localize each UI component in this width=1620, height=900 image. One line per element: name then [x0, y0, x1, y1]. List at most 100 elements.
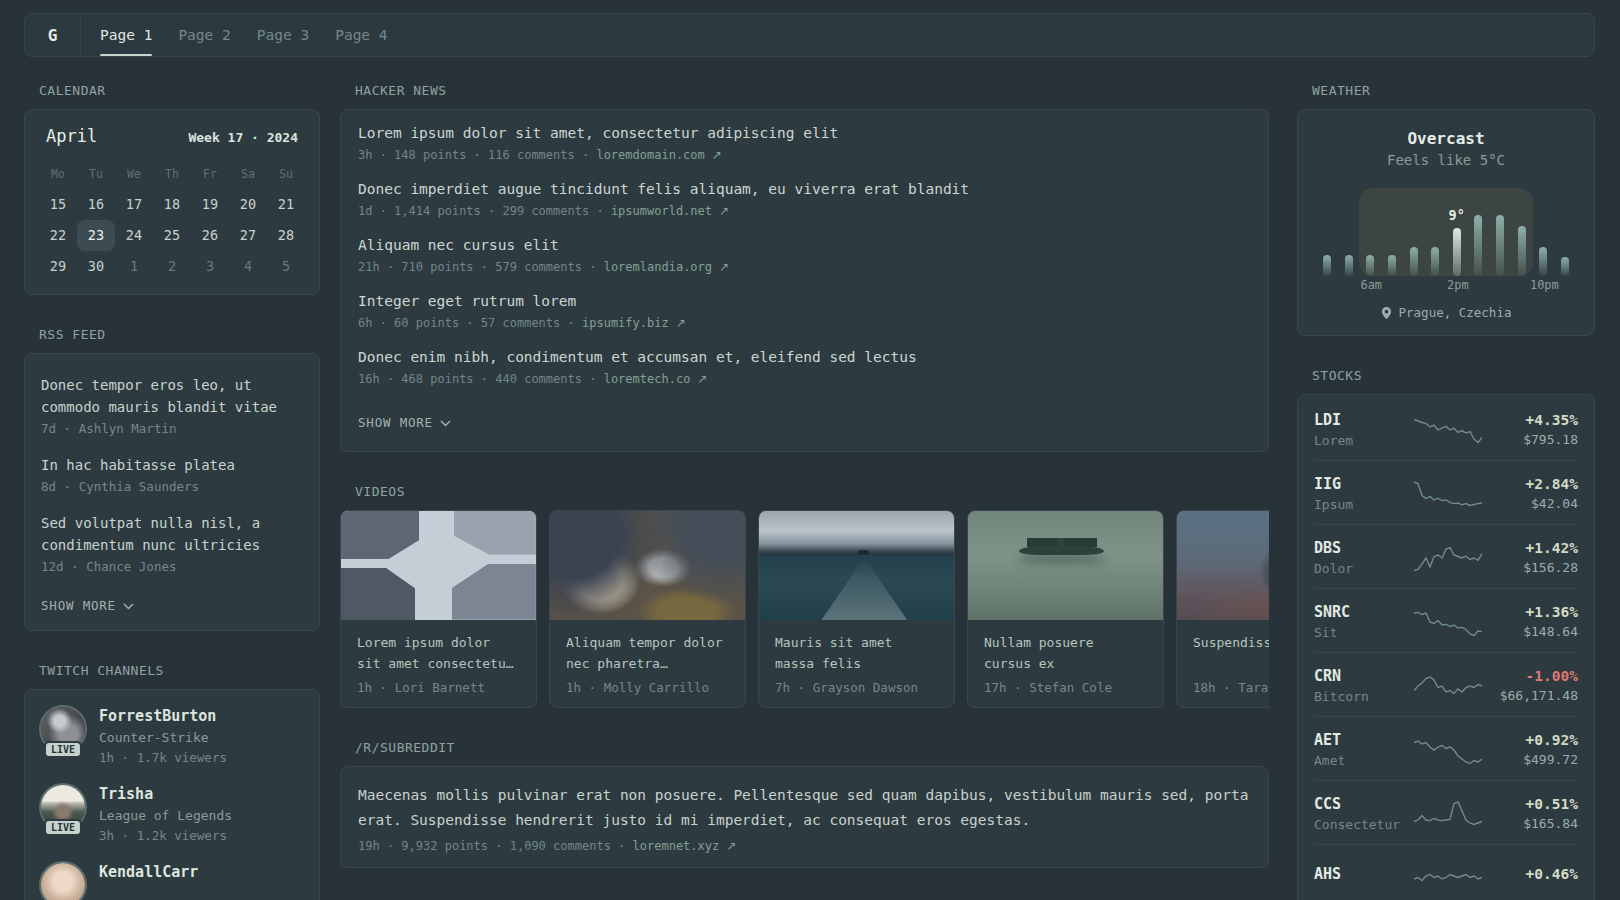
calendar-day[interactable]: 22 [39, 220, 77, 251]
hn-story-stats: 16h · 468 points · 440 comments · [358, 372, 596, 386]
stock-row[interactable]: IIGIpsum +2.84%$42.04 [1314, 461, 1578, 525]
video-card[interactable]: Nullam posuere cursus ex 17h · Stefan Co… [967, 510, 1164, 708]
calendar-day[interactable]: 18 [153, 189, 191, 220]
calendar-day[interactable]: 28 [267, 220, 305, 251]
calendar-day[interactable]: 20 [229, 189, 267, 220]
twitch-channel-game[interactable]: League of Legends [99, 808, 232, 823]
stock-symbol[interactable]: DBS [1314, 539, 1410, 557]
video-card[interactable]: Lorem ipsum dolor sit amet consectetu… 1… [340, 510, 537, 708]
calendar-day[interactable]: 16 [77, 189, 115, 220]
calendar-day[interactable]: 27 [229, 220, 267, 251]
chevron-down-icon [440, 420, 451, 427]
stock-symbol[interactable]: AHS [1314, 865, 1410, 883]
video-card[interactable]: Aliquam tempor dolor nec pharetra… 1h · … [549, 510, 746, 708]
twitch-channel-name[interactable]: Trisha [99, 785, 232, 803]
calendar-day[interactable]: 25 [153, 220, 191, 251]
stock-row[interactable]: LDILorem +4.35%$795.18 [1314, 397, 1578, 461]
hn-story-title[interactable]: Donec enim nibh, condimentum et accumsan… [358, 347, 1251, 368]
calendar-day[interactable]: 3 [191, 251, 229, 282]
videos-widget: VIDEOS Lorem ipsum dolor sit amet consec… [340, 484, 1269, 708]
video-title[interactable]: Nullam posuere cursus ex [984, 632, 1147, 674]
video-title[interactable]: Lorem ipsum dolor sit amet consectetu… [357, 632, 520, 674]
calendar-day[interactable]: 30 [77, 251, 115, 282]
tab-page-3[interactable]: Page 3 [244, 14, 322, 56]
stock-row[interactable]: AHS +0.46% [1314, 845, 1578, 900]
tab-page-4[interactable]: Page 4 [322, 14, 400, 56]
stock-symbol[interactable]: LDI [1314, 411, 1410, 429]
stock-row[interactable]: CRNBitcorn -1.00%$66,171.48 [1314, 653, 1578, 717]
stock-row[interactable]: CCSConsectetur +0.51%$165.84 [1314, 781, 1578, 845]
stock-sparkline [1410, 605, 1486, 639]
weather-bar [1366, 255, 1374, 276]
hn-story-title[interactable]: Lorem ipsum dolor sit amet, consectetur … [358, 123, 1251, 144]
video-card[interactable]: Mauris sit amet massa felis 7h · Grayson… [758, 510, 955, 708]
rss-item-title[interactable]: Donec tempor eros leo, ut commodo mauris… [41, 374, 303, 418]
calendar-day[interactable]: 24 [115, 220, 153, 251]
avatar[interactable]: LIVE [41, 785, 85, 829]
twitch-channel-meta: 3h · 1.2k viewers [99, 828, 232, 843]
external-link-icon: ↗ [726, 839, 736, 853]
twitch-channel-name[interactable]: ForrestBurton [99, 707, 227, 725]
hn-story-title[interactable]: Aliquam nec cursus elit [358, 235, 1251, 256]
video-thumbnail[interactable] [1177, 511, 1269, 620]
video-thumbnail[interactable] [968, 511, 1163, 620]
twitch-channel-game[interactable]: Counter-Strike [99, 730, 227, 745]
subreddit-post-text[interactable]: Maecenas mollis pulvinar erat non posuer… [358, 783, 1251, 833]
video-title[interactable]: Suspendisse diam [1193, 632, 1269, 674]
weather-condition: Overcast [1314, 129, 1578, 148]
calendar-day[interactable]: 19 [191, 189, 229, 220]
weather-time-label: 10pm [1530, 278, 1559, 292]
rss-item-title[interactable]: Sed volutpat nulla nisl, a condimentum n… [41, 512, 303, 556]
video-title[interactable]: Aliquam tempor dolor nec pharetra… [566, 632, 729, 674]
calendar-day[interactable]: 5 [267, 251, 305, 282]
stock-row[interactable]: AETAmet +0.92%$499.72 [1314, 717, 1578, 781]
calendar-day[interactable]: 4 [229, 251, 267, 282]
calendar-day[interactable]: 26 [191, 220, 229, 251]
logo[interactable]: G [25, 14, 81, 56]
stock-symbol[interactable]: SNRC [1314, 603, 1410, 621]
hn-story-domain[interactable]: loremdomain.com ↗ [596, 148, 722, 162]
avatar[interactable]: LIVE [41, 707, 85, 751]
calendar-day[interactable]: 1 [115, 251, 153, 282]
stock-change: -1.00% [1486, 668, 1578, 684]
twitch-channel-name[interactable]: KendallCarr [99, 863, 198, 881]
weather-bar: 9° [1453, 228, 1461, 276]
video-thumbnail[interactable] [759, 511, 954, 620]
calendar-day[interactable]: 15 [39, 189, 77, 220]
subreddit-post-meta: 19h · 9,932 points · 1,090 comments · lo… [358, 839, 1251, 853]
weather-widget-title: WEATHER [1312, 83, 1595, 98]
weather-bar [1323, 255, 1331, 276]
avatar[interactable] [41, 863, 85, 900]
hn-story-domain[interactable]: ipsumify.biz ↗ [582, 316, 686, 330]
calendar-day[interactable]: 21 [267, 189, 305, 220]
stock-row[interactable]: DBSDolor +1.42%$156.28 [1314, 525, 1578, 589]
video-thumbnail[interactable] [550, 511, 745, 620]
rss-show-more-button[interactable]: SHOW MORE [41, 598, 134, 613]
hn-story-title[interactable]: Donec imperdiet augue tincidunt felis al… [358, 179, 1251, 200]
hn-story-domain[interactable]: loremtech.co ↗ [604, 372, 708, 386]
hn-story-title[interactable]: Integer eget rutrum lorem [358, 291, 1251, 312]
calendar-day-selected[interactable]: 23 [77, 220, 115, 251]
hn-story-domain[interactable]: ipsumworld.net ↗ [611, 204, 729, 218]
video-card[interactable]: Suspendisse diam 18h · Tara [1176, 510, 1269, 708]
hn-story-domain[interactable]: loremlandia.org ↗ [604, 260, 730, 274]
stock-row[interactable]: SNRCSit +1.36%$148.64 [1314, 589, 1578, 653]
rss-item-title[interactable]: In hac habitasse platea [41, 454, 303, 476]
calendar-day[interactable]: 2 [153, 251, 191, 282]
stock-symbol[interactable]: CCS [1314, 795, 1410, 813]
tab-page-2[interactable]: Page 2 [165, 14, 243, 56]
stock-price: $156.28 [1486, 560, 1578, 575]
stock-change: +1.36% [1486, 604, 1578, 620]
hn-show-more-button[interactable]: SHOW MORE [358, 415, 451, 430]
video-title[interactable]: Mauris sit amet massa felis [775, 632, 938, 674]
stock-symbol[interactable]: CRN [1314, 667, 1410, 685]
rss-item: Donec tempor eros leo, ut commodo mauris… [41, 374, 303, 436]
calendar-day[interactable]: 29 [39, 251, 77, 282]
tab-page-1[interactable]: Page 1 [87, 14, 165, 56]
stock-symbol[interactable]: IIG [1314, 475, 1410, 493]
current-temp-label: 9° [1449, 207, 1465, 223]
calendar-day[interactable]: 17 [115, 189, 153, 220]
video-thumbnail[interactable] [341, 511, 536, 620]
stock-symbol[interactable]: AET [1314, 731, 1410, 749]
subreddit-post-domain[interactable]: loremnet.xyz ↗ [633, 839, 737, 853]
